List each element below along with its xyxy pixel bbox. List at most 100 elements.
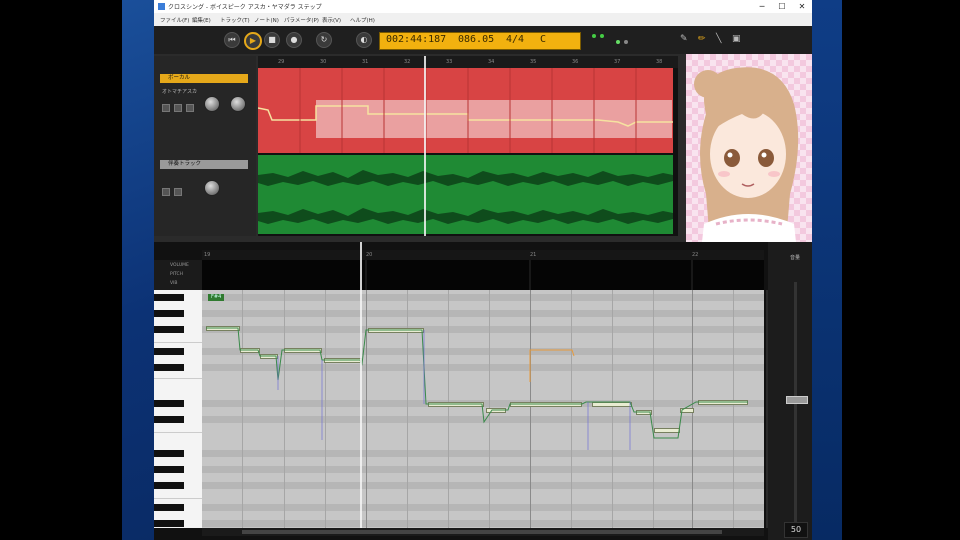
pan-knob[interactable] <box>230 96 246 112</box>
record-arm-button[interactable] <box>186 104 194 112</box>
track-name-audio[interactable]: 伴奏トラック <box>160 160 248 169</box>
black-key[interactable] <box>154 466 184 473</box>
menu-note[interactable]: ノート(N) <box>254 16 279 24</box>
window-title: クロスシング - ボイスピーク アスカ・ヤマダラ ステップ <box>168 4 322 11</box>
black-key[interactable] <box>154 364 184 371</box>
play-button[interactable]: ▶ <box>244 32 262 50</box>
ruler-tick: 30 <box>320 59 327 65</box>
black-key[interactable] <box>154 520 184 527</box>
status-led <box>600 34 604 38</box>
volume-label: 音量 <box>790 255 801 261</box>
ruler-tick: 31 <box>362 59 369 65</box>
eraser-tool-icon[interactable]: ▣ <box>732 34 742 44</box>
mute-button[interactable] <box>162 188 170 196</box>
horizontal-scrollbar[interactable] <box>202 528 764 536</box>
beat-display[interactable]: 4/4 <box>506 34 524 45</box>
loop-icon[interactable]: ↻ <box>316 32 332 48</box>
piano-roll-ruler[interactable]: 19 20 21 22 <box>202 250 764 260</box>
black-key[interactable] <box>154 348 184 355</box>
character-portrait <box>686 54 812 242</box>
black-key[interactable] <box>154 450 184 457</box>
vocal-track-region[interactable] <box>258 68 673 153</box>
black-key[interactable] <box>154 504 184 511</box>
black-key[interactable] <box>154 294 184 301</box>
desktop-background-right <box>812 0 842 540</box>
key-divider <box>154 378 202 379</box>
app-window: クロスシング - ボイスピーク アスカ・ヤマダラ ステップ ─ ☐ ✕ ファイル… <box>154 0 812 540</box>
record-button[interactable]: ● <box>286 32 302 48</box>
ruler-tick: 33 <box>446 59 453 65</box>
status-led <box>592 34 596 38</box>
ruler-tick: 37 <box>614 59 621 65</box>
menu-view[interactable]: 表示(V) <box>322 16 341 24</box>
key-divider <box>154 432 202 433</box>
volume-slider-thumb[interactable] <box>786 396 808 404</box>
tempo-display[interactable]: 086.05 <box>458 34 494 45</box>
ruler-tick: 35 <box>530 59 537 65</box>
select-tool-icon[interactable]: ✎ <box>680 34 690 44</box>
minimize-button[interactable]: ─ <box>752 0 772 13</box>
ruler-tick: 38 <box>656 59 663 65</box>
volume-knob[interactable] <box>204 96 220 112</box>
param-label-volume[interactable]: VOLUME <box>170 263 189 268</box>
solo-button[interactable] <box>174 188 182 196</box>
track-name-vocal[interactable]: ボーカル <box>160 74 248 83</box>
track-lanes[interactable] <box>258 68 678 236</box>
black-key[interactable] <box>154 482 184 489</box>
metronome-icon[interactable]: ◐ <box>356 32 372 48</box>
maximize-button[interactable]: ☐ <box>772 0 792 13</box>
black-key[interactable] <box>154 416 184 423</box>
key-display[interactable]: C <box>540 34 546 45</box>
mute-button[interactable] <box>162 104 170 112</box>
track-header-panel: ボーカル オトマチアスカ 伴奏トラック <box>154 56 256 236</box>
voice-preset-label[interactable]: オトマチアスカ <box>162 88 197 95</box>
menu-help[interactable]: ヘルプ(H) <box>350 16 375 24</box>
ruler-tick: 29 <box>278 59 285 65</box>
black-key[interactable] <box>154 326 184 333</box>
note-grid[interactable]: F#4 <box>202 290 764 528</box>
black-key[interactable] <box>154 400 184 407</box>
volume-value: 50 <box>784 522 808 538</box>
scrollbar-thumb[interactable] <box>242 530 722 534</box>
audio-waveform <box>258 170 673 224</box>
parameter-lane[interactable] <box>202 260 764 291</box>
key-divider <box>154 498 202 499</box>
param-label-vib[interactable]: VIB <box>170 281 178 286</box>
menu-track[interactable]: トラック(T) <box>220 16 250 24</box>
character-illustration <box>686 54 812 242</box>
rewind-button[interactable]: ⏮ <box>224 32 240 48</box>
status-led <box>624 40 628 44</box>
ruler-tick: 32 <box>404 59 411 65</box>
param-label-pitch[interactable]: PITCH <box>170 272 183 277</box>
volume-panel: 音量 <box>768 242 812 540</box>
vocal-pitch-curve <box>258 68 673 153</box>
key-divider <box>154 342 202 343</box>
menu-bar: ファイル(F) 編集(E) トラック(T) ノート(N) パラメータ(P) 表示… <box>154 13 812 26</box>
stop-button[interactable]: ■ <box>264 32 280 48</box>
solo-button[interactable] <box>174 104 182 112</box>
ruler-tick: 22 <box>692 252 699 258</box>
line-tool-icon[interactable]: ╲ <box>716 34 726 44</box>
menu-parameter[interactable]: パラメータ(P) <box>284 16 319 24</box>
piano-keyboard[interactable] <box>154 290 202 528</box>
piano-roll-editor: 19 20 21 22 VOLUME PITCH VIB F#4 音量 50 <box>154 242 812 540</box>
ruler-tick: 19 <box>204 252 211 258</box>
menu-file[interactable]: ファイル(F) <box>160 16 189 24</box>
pitch-curve <box>206 327 748 450</box>
close-button[interactable]: ✕ <box>792 0 812 13</box>
title-bar: クロスシング - ボイスピーク アスカ・ヤマダラ ステップ ─ ☐ ✕ <box>154 0 812 13</box>
playhead[interactable] <box>424 56 426 236</box>
status-led <box>616 40 620 44</box>
pencil-tool-icon[interactable]: ✏ <box>698 34 708 44</box>
transport-toolbar: ⏮ ▶ ■ ● ↻ ◐ 002:44:187 086.05 4/4 C ✎ ✏ … <box>154 26 812 54</box>
volume-knob[interactable] <box>204 180 220 196</box>
black-key[interactable] <box>154 310 184 317</box>
menu-edit[interactable]: 編集(E) <box>192 16 211 24</box>
audio-track-region[interactable] <box>258 155 673 234</box>
ruler-tick: 34 <box>488 59 495 65</box>
parameter-labels: VOLUME PITCH VIB <box>154 260 202 290</box>
position-display: 002:44:187 086.05 4/4 C <box>379 32 581 50</box>
parameter-grid <box>365 260 693 290</box>
playhead[interactable] <box>360 242 362 528</box>
app-icon <box>158 3 165 10</box>
